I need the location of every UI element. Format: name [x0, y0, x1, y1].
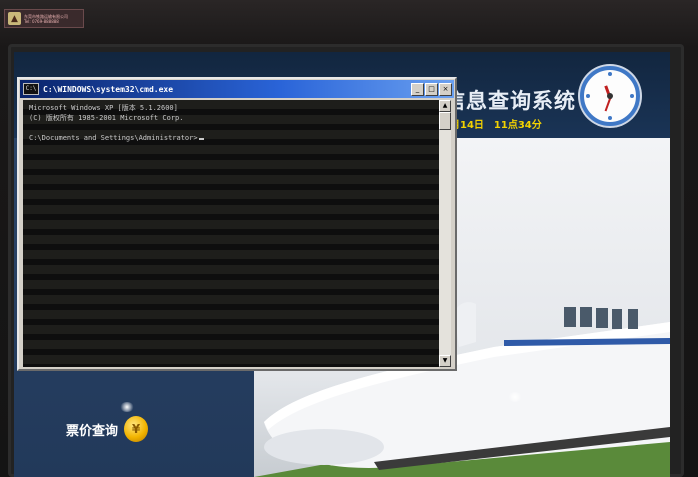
cmd-window-title: C:\WINDOWS\system32\cmd.exe	[43, 84, 174, 94]
sticker-line-2: Tel: 0769-888888	[24, 18, 59, 24]
cmd-app-icon[interactable]: C:\	[23, 83, 39, 95]
wall-sticker: ▲ 东莞市铁路运输有限公司 Tel: 0769-888888	[4, 9, 84, 28]
sticker-logo-icon: ▲	[8, 12, 21, 25]
kiosk-datetime: 月14日 11点34分	[450, 116, 542, 131]
text-cursor	[198, 138, 204, 140]
scroll-up-button[interactable]: ▲	[439, 100, 451, 112]
console-prompt-text: C:\Documents and Settings\Administrator>	[29, 134, 198, 142]
console-line-version: Microsoft Windows XP [版本 5.1.2600]	[29, 104, 178, 112]
sticker-text-block: 东莞市铁路运输有限公司 Tel: 0769-888888	[24, 14, 68, 24]
window-controls: _ □ ×	[411, 82, 452, 96]
maximize-button[interactable]: □	[425, 82, 438, 96]
cmd-window[interactable]: C:\ C:\WINDOWS\system32\cmd.exe _ □ × Mi…	[17, 77, 457, 371]
kiosk-time: 11点34分	[493, 120, 542, 131]
console-prompt[interactable]: C:\Documents and Settings\Administrator>	[29, 133, 442, 143]
coin-icon: ¥	[124, 416, 149, 442]
clock-icon	[580, 66, 640, 126]
console-line-copyright: (C) 版权所有 1985-2001 Microsoft Corp.	[29, 114, 184, 122]
fare-query-label: 票价查询	[66, 423, 119, 439]
cmd-console-output[interactable]: Microsoft Windows XP [版本 5.1.2600] (C) 版…	[23, 100, 442, 367]
cmd-titlebar[interactable]: C:\ C:\WINDOWS\system32\cmd.exe _ □ ×	[20, 80, 454, 98]
close-button[interactable]: ×	[439, 82, 452, 96]
sticker-line-1: 东莞市铁路运输有限公司	[24, 13, 68, 19]
scrollbar-thumb[interactable]	[439, 112, 451, 130]
minimize-button[interactable]: _	[411, 82, 424, 96]
scroll-down-button[interactable]: ▼	[439, 355, 451, 367]
kiosk-title: 信息查询系统	[444, 89, 576, 113]
fare-query-button[interactable]: 票价查询 ¥	[66, 416, 149, 442]
screen-glare	[120, 402, 134, 412]
screen-glare	[508, 392, 522, 402]
vertical-scrollbar[interactable]: ▲ ▼	[439, 100, 451, 367]
